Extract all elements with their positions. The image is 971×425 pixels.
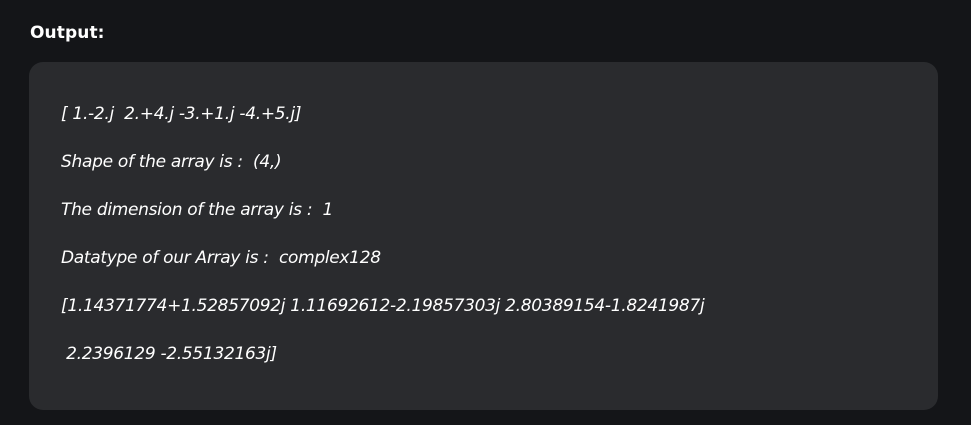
- output-line-datatype: Datatype of our Array is : complex128: [61, 248, 381, 268]
- output-line-array: [ 1.-2.j 2.+4.j -3.+1.j -4.+5.j]: [61, 104, 302, 124]
- output-heading: Output:: [30, 23, 105, 43]
- output-line-dimension: The dimension of the array is : 1: [61, 200, 333, 220]
- output-line-random-array-1: [1.14371774+1.52857092j 1.11692612-2.198…: [61, 296, 705, 316]
- output-panel: [ 1.-2.j 2.+4.j -3.+1.j -4.+5.j] Shape o…: [29, 62, 938, 410]
- output-line-random-array-2: 2.2396129 -2.55132163j]: [61, 344, 277, 364]
- output-line-shape: Shape of the array is : (4,): [61, 152, 282, 172]
